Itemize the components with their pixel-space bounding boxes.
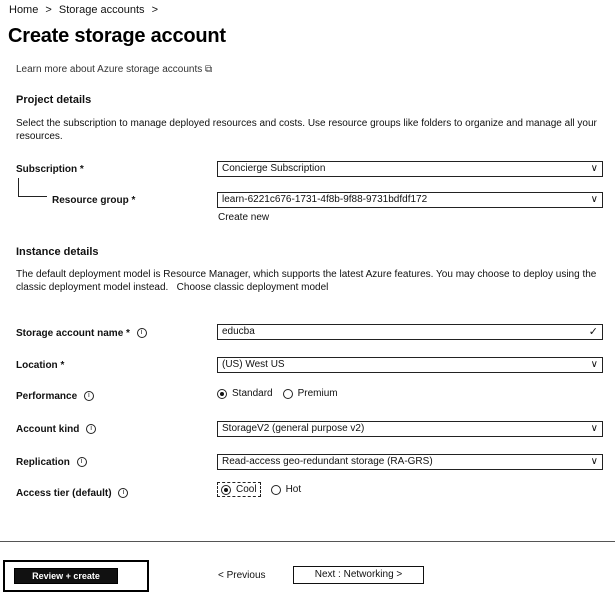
- location-label: Location *: [16, 360, 65, 371]
- access-tier-hot-option[interactable]: Hot: [270, 484, 302, 495]
- storage-account-name-input[interactable]: educba ✓: [217, 324, 603, 340]
- chevron-down-icon: ∨: [590, 423, 598, 434]
- tree-connector: [18, 178, 47, 197]
- storage-account-name-label: Storage account name * i: [16, 328, 147, 339]
- breadcrumb-home[interactable]: Home: [9, 4, 38, 16]
- chevron-down-icon: ∨: [590, 359, 598, 370]
- access-tier-hot-label: Hot: [285, 484, 302, 495]
- replication-label: Replication i: [16, 457, 87, 468]
- previous-button[interactable]: < Previous: [218, 570, 266, 581]
- classic-deployment-link[interactable]: Choose classic deployment model: [177, 282, 329, 293]
- info-icon[interactable]: i: [83, 391, 94, 402]
- footer-divider: [0, 541, 615, 542]
- project-details-heading: Project details: [16, 94, 92, 106]
- access-tier-label: Access tier (default) i: [16, 488, 129, 499]
- account-kind-select[interactable]: StorageV2 (general purpose v2) ∨: [217, 421, 603, 437]
- performance-premium-option[interactable]: Premium: [282, 388, 338, 399]
- location-value: (US) West US: [222, 359, 285, 370]
- performance-standard-option[interactable]: Standard: [217, 388, 273, 399]
- info-icon[interactable]: i: [86, 424, 97, 435]
- radio-selected-icon[interactable]: [217, 388, 227, 399]
- subscription-value: Concierge Subscription: [222, 163, 326, 174]
- performance-radio-group: Standard Premium: [217, 388, 348, 399]
- chevron-down-icon: ∨: [590, 163, 598, 174]
- next-networking-button[interactable]: Next : Networking >: [293, 566, 424, 584]
- review-create-button[interactable]: Review + create: [14, 568, 118, 584]
- info-icon[interactable]: i: [76, 457, 87, 468]
- access-tier-cool-label: Cool: [236, 484, 257, 495]
- chevron-down-icon: ∨: [590, 456, 598, 467]
- access-tier-cool-option[interactable]: Cool: [217, 482, 261, 497]
- replication-label-text: Replication: [16, 457, 70, 468]
- subscription-select[interactable]: Concierge Subscription ∨: [217, 161, 603, 177]
- performance-label: Performance i: [16, 391, 94, 402]
- access-tier-label-text: Access tier (default): [16, 488, 112, 499]
- radio-unselected-icon[interactable]: [282, 388, 293, 399]
- performance-premium-label: Premium: [297, 388, 338, 399]
- learn-more-text[interactable]: Learn more about Azure storage accounts: [16, 64, 202, 75]
- instance-details-heading: Instance details: [16, 246, 99, 258]
- breadcrumb-separator: >: [151, 4, 159, 16]
- info-icon[interactable]: i: [136, 328, 147, 339]
- subscription-label: Subscription *: [16, 164, 84, 175]
- chevron-down-icon: ∨: [590, 194, 598, 205]
- checkmark-icon: ✓: [588, 326, 598, 338]
- resource-group-value: learn-6221c676-1731-4f8b-9f88-9731bdfdf1…: [222, 194, 428, 205]
- location-select[interactable]: (US) West US ∨: [217, 357, 603, 373]
- learn-more-link[interactable]: Learn more about Azure storage accounts …: [16, 64, 212, 75]
- project-details-description: Select the subscription to manage deploy…: [16, 118, 597, 142]
- account-kind-label: Account kind i: [16, 424, 97, 435]
- storage-account-name-value: educba: [222, 326, 255, 337]
- page-title: Create storage account: [8, 25, 226, 47]
- breadcrumb: Home > Storage accounts >: [9, 4, 162, 16]
- replication-select[interactable]: Read-access geo-redundant storage (RA-GR…: [217, 454, 603, 470]
- account-kind-value: StorageV2 (general purpose v2): [222, 423, 365, 434]
- breadcrumb-storage-accounts[interactable]: Storage accounts: [59, 4, 145, 16]
- create-new-link[interactable]: Create new: [218, 212, 269, 223]
- storage-account-name-label-text: Storage account name *: [16, 328, 130, 339]
- instance-details-description: The default deployment model is Resource…: [16, 268, 606, 294]
- info-icon[interactable]: i: [118, 488, 129, 499]
- performance-label-text: Performance: [16, 391, 78, 402]
- performance-standard-label: Standard: [232, 388, 273, 399]
- access-tier-radio-group: Cool Hot: [217, 482, 311, 497]
- radio-selected-icon[interactable]: [221, 484, 231, 495]
- external-link-icon: ⧉: [205, 64, 213, 75]
- resource-group-select[interactable]: learn-6221c676-1731-4f8b-9f88-9731bdfdf1…: [217, 192, 603, 208]
- account-kind-label-text: Account kind: [16, 424, 80, 435]
- resource-group-label: Resource group *: [52, 195, 136, 206]
- replication-value: Read-access geo-redundant storage (RA-GR…: [222, 456, 433, 467]
- radio-unselected-icon[interactable]: [270, 484, 281, 495]
- breadcrumb-separator: >: [45, 4, 52, 16]
